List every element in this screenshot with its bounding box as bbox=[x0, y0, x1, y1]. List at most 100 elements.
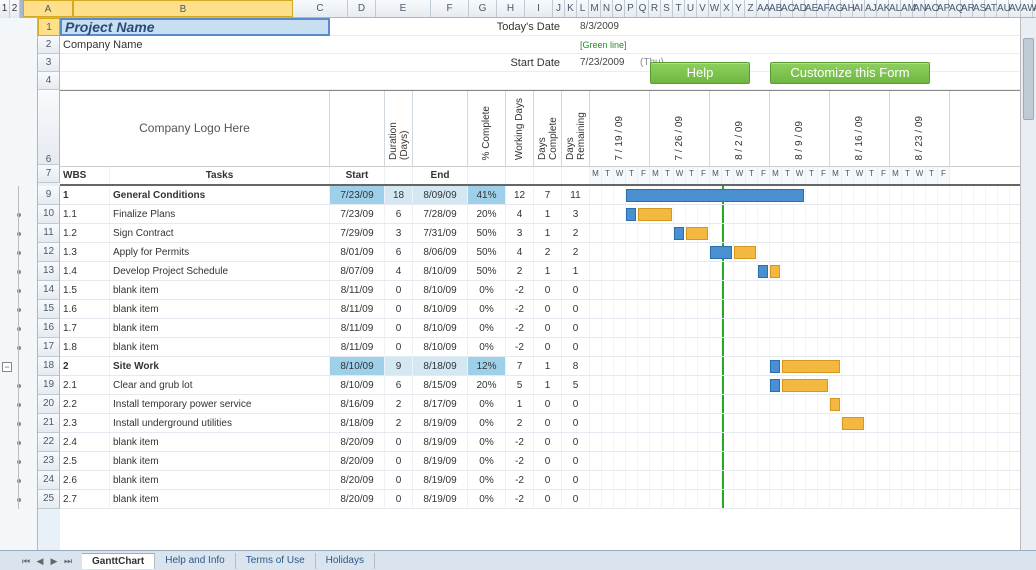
cell[interactable]: 3 bbox=[385, 224, 413, 242]
cell[interactable]: 7/31/09 bbox=[413, 224, 468, 242]
cell[interactable]: 0 bbox=[385, 433, 413, 451]
cell[interactable]: 6 bbox=[385, 243, 413, 261]
row-number[interactable]: 6 bbox=[38, 90, 60, 165]
row-number[interactable]: 13 bbox=[38, 262, 60, 281]
cell[interactable]: 1 bbox=[534, 262, 562, 280]
cell[interactable]: 7/23/09 bbox=[330, 205, 385, 223]
table-row[interactable]: 1.3Apply for Permits8/01/0968/06/0950%42… bbox=[60, 243, 1036, 262]
row-number[interactable]: 7 bbox=[38, 165, 60, 183]
cell[interactable]: 2 bbox=[506, 414, 534, 432]
table-row[interactable]: 1.7blank item8/11/0908/10/090%-200 bbox=[60, 319, 1036, 338]
cell[interactable]: 4 bbox=[506, 243, 534, 261]
column-header[interactable]: AW bbox=[1021, 0, 1033, 17]
row-number[interactable]: 2 bbox=[38, 36, 60, 54]
cell[interactable]: 8/06/09 bbox=[413, 243, 468, 261]
row-number[interactable]: 19 bbox=[38, 376, 60, 395]
gantt-bar[interactable] bbox=[782, 360, 840, 373]
cell[interactable]: -2 bbox=[506, 281, 534, 299]
column-header[interactable]: AJ bbox=[865, 0, 877, 17]
cell[interactable]: 8/10/09 bbox=[413, 338, 468, 356]
cell[interactable]: 2.7 bbox=[60, 490, 110, 508]
column-header[interactable]: AG bbox=[829, 0, 841, 17]
column-header[interactable]: AN bbox=[913, 0, 925, 17]
cell[interactable]: 8/10/09 bbox=[413, 262, 468, 280]
cell[interactable]: 0 bbox=[562, 452, 590, 470]
row-number[interactable]: 18 bbox=[38, 357, 60, 376]
column-header[interactable]: B bbox=[73, 0, 293, 17]
column-header[interactable]: J bbox=[553, 0, 565, 17]
cell[interactable]: 41% bbox=[468, 186, 506, 204]
cell[interactable]: 8/10/09 bbox=[330, 376, 385, 394]
column-header[interactable]: M bbox=[589, 0, 601, 17]
cell[interactable]: 0 bbox=[534, 338, 562, 356]
cell[interactable]: 0% bbox=[468, 395, 506, 413]
table-row[interactable]: 1.2Sign Contract7/29/0937/31/0950%312 bbox=[60, 224, 1036, 243]
column-header[interactable]: U bbox=[685, 0, 697, 17]
column-header[interactable]: K bbox=[565, 0, 577, 17]
cell[interactable]: 6 bbox=[385, 205, 413, 223]
cell[interactable]: 11 bbox=[562, 186, 590, 204]
sheet-nav-buttons[interactable]: ⏮ ◀ ▶ ⏭ bbox=[20, 555, 74, 567]
gantt-bar[interactable] bbox=[758, 265, 768, 278]
cell[interactable]: 8/01/09 bbox=[330, 243, 385, 261]
table-row[interactable]: 1.4Develop Project Schedule8/07/0948/10/… bbox=[60, 262, 1036, 281]
row-number[interactable]: 11 bbox=[38, 224, 60, 243]
outline-toggle[interactable] bbox=[0, 376, 37, 395]
vertical-scrollbar[interactable] bbox=[1020, 18, 1036, 550]
cell[interactable]: blank item bbox=[110, 471, 330, 489]
cell[interactable]: 8/10/09 bbox=[413, 281, 468, 299]
cell[interactable]: 0% bbox=[468, 281, 506, 299]
outline-toggle[interactable] bbox=[0, 319, 37, 338]
cell[interactable]: 1 bbox=[534, 224, 562, 242]
cell[interactable]: 8/11/09 bbox=[330, 319, 385, 337]
table-row[interactable]: 2.1Clear and grub lot8/10/0968/15/0920%5… bbox=[60, 376, 1036, 395]
cell[interactable]: 4 bbox=[385, 262, 413, 280]
cell[interactable]: 2.1 bbox=[60, 376, 110, 394]
cell[interactable]: 0 bbox=[385, 281, 413, 299]
cell[interactable]: -2 bbox=[506, 471, 534, 489]
cell[interactable]: 0 bbox=[534, 414, 562, 432]
cell[interactable]: -2 bbox=[506, 433, 534, 451]
column-header[interactable]: Q bbox=[637, 0, 649, 17]
cell[interactable]: 50% bbox=[468, 243, 506, 261]
row-number[interactable]: 24 bbox=[38, 471, 60, 490]
table-row[interactable]: 2.2Install temporary power service8/16/0… bbox=[60, 395, 1036, 414]
table-row[interactable]: 2.6blank item8/20/0908/19/090%-200 bbox=[60, 471, 1036, 490]
cell[interactable]: 6 bbox=[385, 376, 413, 394]
row-number[interactable]: 17 bbox=[38, 338, 60, 357]
cell[interactable]: 1.3 bbox=[60, 243, 110, 261]
column-header[interactable]: AL bbox=[889, 0, 901, 17]
column-header[interactable]: AP bbox=[937, 0, 949, 17]
column-header[interactable]: AK bbox=[877, 0, 889, 17]
cell[interactable]: 8/20/09 bbox=[330, 471, 385, 489]
cell[interactable]: 1 bbox=[534, 376, 562, 394]
outline-toggle[interactable] bbox=[0, 395, 37, 414]
cell[interactable]: 0 bbox=[534, 452, 562, 470]
cell[interactable]: 0 bbox=[385, 300, 413, 318]
outline-toggle[interactable] bbox=[0, 186, 37, 205]
column-header[interactable]: AA bbox=[757, 0, 769, 17]
gantt-bar[interactable] bbox=[686, 227, 708, 240]
table-row[interactable]: 2.4blank item8/20/0908/19/090%-200 bbox=[60, 433, 1036, 452]
cell[interactable]: blank item bbox=[110, 319, 330, 337]
sheet-tab[interactable]: Terms of Use bbox=[236, 553, 316, 569]
cell[interactable]: -2 bbox=[506, 338, 534, 356]
column-header[interactable]: AU bbox=[997, 0, 1009, 17]
column-header[interactable]: Y bbox=[733, 0, 745, 17]
cell[interactable]: 8 bbox=[562, 357, 590, 375]
column-header[interactable]: P bbox=[625, 0, 637, 17]
cell[interactable]: 2 bbox=[385, 395, 413, 413]
gantt-bar[interactable] bbox=[830, 398, 840, 411]
project-name-cell[interactable]: Project Name bbox=[60, 18, 330, 36]
cell[interactable]: 0 bbox=[562, 490, 590, 508]
cell[interactable]: 8/20/09 bbox=[330, 433, 385, 451]
column-header[interactable]: S bbox=[661, 0, 673, 17]
table-row[interactable]: 1.8blank item8/11/0908/10/090%-200 bbox=[60, 338, 1036, 357]
column-header[interactable]: AQ bbox=[949, 0, 961, 17]
cell[interactable]: 0% bbox=[468, 338, 506, 356]
outline-toggle[interactable]: − bbox=[0, 357, 37, 376]
column-header[interactable]: AB bbox=[769, 0, 781, 17]
company-name-cell[interactable]: Company Name bbox=[60, 39, 330, 51]
column-header[interactable]: AC bbox=[781, 0, 793, 17]
cell[interactable]: 8/11/09 bbox=[330, 300, 385, 318]
